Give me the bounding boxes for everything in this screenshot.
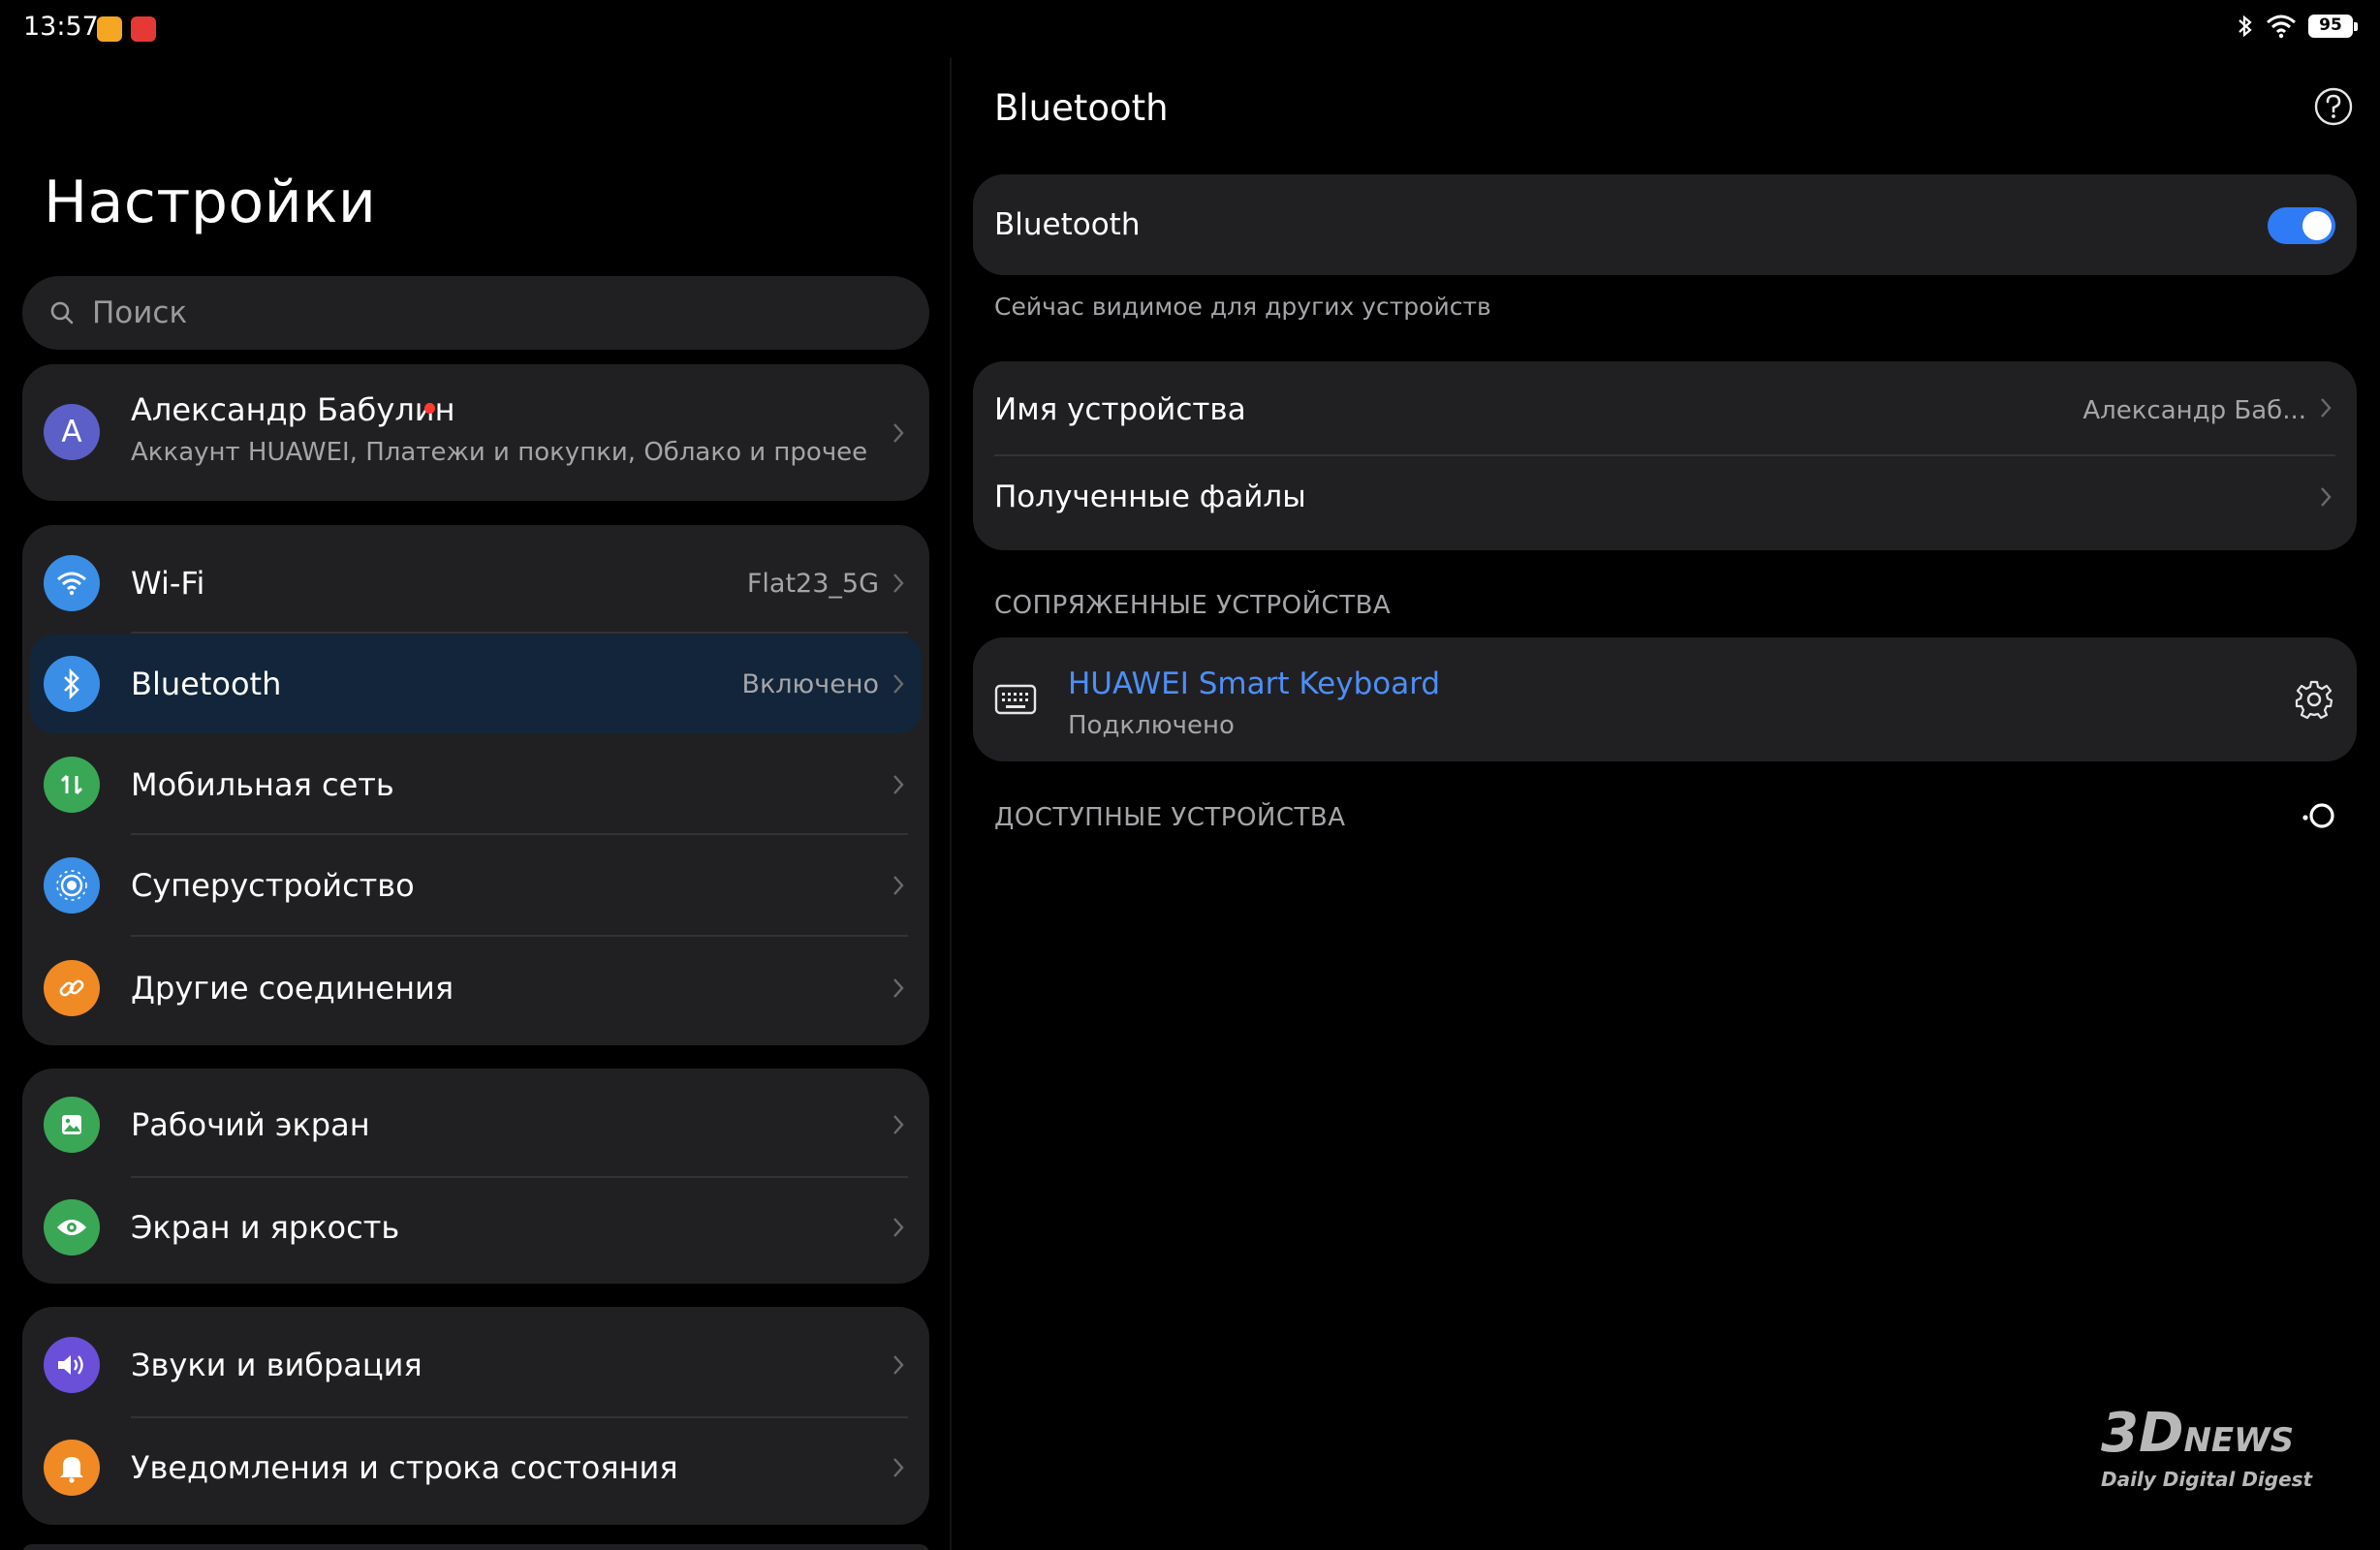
search-bar[interactable]: Поиск bbox=[22, 276, 929, 350]
sidebar-item-label: Рабочий экран bbox=[131, 1106, 370, 1143]
sidebar-item-label: Звуки и вибрация bbox=[131, 1347, 423, 1383]
sidebar-item-home-screen[interactable]: Рабочий экран bbox=[22, 1076, 929, 1173]
received-files-label: Полученные файлы bbox=[994, 480, 1306, 514]
sidebar-item-mobile-network[interactable]: Мобильная сеть bbox=[22, 736, 929, 833]
watermark-logo: 3DNEWS Daily Digital Digest bbox=[2101, 1407, 2341, 1494]
account-subtitle: Аккаунт HUAWEI, Платежи и покупки, Облак… bbox=[131, 438, 868, 467]
bell-icon bbox=[44, 1440, 100, 1496]
visibility-hint: Сейчас видимое для других устройств bbox=[994, 293, 1491, 321]
gear-icon[interactable] bbox=[2293, 678, 2335, 721]
available-devices-header: ДОСТУПНЫЕ УСТРОЙСТВА bbox=[994, 803, 1346, 832]
bluetooth-toggle-label: Bluetooth bbox=[994, 207, 1141, 242]
connectivity-group: Wi-Fi Flat23_5G Bluetooth Включено Мобил… bbox=[22, 525, 929, 1045]
paired-device-status: Подключено bbox=[1068, 711, 1235, 740]
keyboard-icon bbox=[994, 684, 1037, 715]
divider bbox=[131, 1176, 908, 1178]
sound-icon bbox=[44, 1337, 100, 1393]
chevron-right-icon bbox=[893, 1115, 904, 1134]
bluetooth-icon bbox=[44, 656, 100, 712]
paired-devices-header: СОПРЯЖЕННЫЕ УСТРОЙСТВА bbox=[994, 591, 1392, 620]
divider bbox=[131, 833, 908, 835]
eye-icon bbox=[44, 1199, 100, 1256]
sidebar-item-label: Другие соединения bbox=[131, 970, 454, 1007]
chevron-right-icon bbox=[893, 674, 904, 694]
account-card[interactable]: A Александр Бабулин Аккаунт HUAWEI, Плат… bbox=[22, 364, 929, 501]
avatar: A bbox=[44, 404, 100, 460]
chevron-right-icon bbox=[893, 978, 904, 998]
sidebar-item-label: Wi-Fi bbox=[131, 565, 205, 602]
super-device-icon bbox=[44, 857, 100, 914]
sidebar-item-label: Мобильная сеть bbox=[131, 766, 394, 803]
divider bbox=[131, 1416, 908, 1418]
notification-dot bbox=[424, 403, 435, 414]
sidebar-item-label: Bluetooth bbox=[131, 666, 282, 702]
settings-list-pane: Настройки Поиск A Александр Бабулин Акка… bbox=[0, 0, 950, 1550]
link-icon bbox=[44, 960, 100, 1016]
next-group-peek bbox=[22, 1544, 929, 1550]
help-icon[interactable] bbox=[2312, 85, 2355, 128]
sidebar-item-wifi[interactable]: Wi-Fi Flat23_5G bbox=[22, 535, 929, 632]
device-name-row[interactable]: Имя устройства Александр Баб... bbox=[973, 361, 2357, 454]
divider bbox=[131, 632, 908, 634]
wifi-icon bbox=[44, 555, 100, 611]
sidebar-item-value: Flat23_5G bbox=[746, 568, 879, 599]
search-icon bbox=[50, 301, 74, 325]
chevron-right-icon bbox=[893, 876, 904, 895]
bluetooth-toggle-row[interactable]: Bluetooth bbox=[973, 174, 2357, 275]
sidebar-item-label: Уведомления и строка состояния bbox=[131, 1449, 678, 1486]
sidebar-item-label: Суперустройство bbox=[131, 867, 415, 904]
device-settings-card: Имя устройства Александр Баб... Полученн… bbox=[973, 361, 2357, 550]
chevron-right-icon bbox=[893, 775, 904, 794]
mobile-data-icon bbox=[44, 757, 100, 813]
search-placeholder: Поиск bbox=[92, 295, 188, 330]
paired-device-name: HUAWEI Smart Keyboard bbox=[1068, 666, 1441, 701]
sidebar-item-bluetooth[interactable]: Bluetooth Включено bbox=[30, 635, 922, 733]
divider bbox=[131, 935, 908, 937]
chevron-right-icon bbox=[2321, 398, 2332, 418]
page-title: Настройки bbox=[44, 169, 377, 236]
sidebar-item-sounds[interactable]: Звуки и вибрация bbox=[22, 1317, 929, 1413]
sidebar-item-value: Включено bbox=[741, 668, 879, 699]
home-screen-icon bbox=[44, 1097, 100, 1153]
paired-device-row[interactable]: HUAWEI Smart Keyboard Подключено bbox=[973, 637, 2357, 761]
sidebar-item-other-connections[interactable]: Другие соединения bbox=[22, 938, 929, 1038]
watermark-tagline: Daily Digital Digest bbox=[2101, 1468, 2313, 1491]
refresh-scan-icon[interactable] bbox=[2301, 798, 2339, 833]
bluetooth-switch[interactable] bbox=[2268, 207, 2335, 244]
sidebar-item-notifications[interactable]: Уведомления и строка состояния bbox=[22, 1419, 929, 1516]
chevron-right-icon bbox=[2321, 487, 2332, 507]
watermark-logo-3d: 3D bbox=[2101, 1402, 2184, 1465]
sound-notifications-group: Звуки и вибрация Уведомления и строка со… bbox=[22, 1307, 929, 1525]
watermark-logo-news: NEWS bbox=[2183, 1421, 2295, 1460]
switch-knob bbox=[2302, 211, 2332, 240]
bluetooth-detail-pane: Bluetooth Bluetooth Сейчас видимое для д… bbox=[973, 0, 2361, 1550]
chevron-right-icon bbox=[893, 1355, 904, 1375]
pane-divider bbox=[950, 58, 952, 1550]
chevron-right-icon bbox=[893, 1218, 904, 1237]
account-name: Александр Бабулин bbox=[131, 391, 455, 428]
received-files-row[interactable]: Полученные файлы bbox=[973, 456, 2357, 550]
sidebar-item-display-brightness[interactable]: Экран и яркость bbox=[22, 1179, 929, 1276]
detail-title: Bluetooth bbox=[994, 87, 1169, 129]
sidebar-item-label: Экран и яркость bbox=[131, 1209, 400, 1246]
sidebar-item-super-device[interactable]: Суперустройство bbox=[22, 836, 929, 935]
chevron-right-icon bbox=[893, 423, 904, 443]
display-group: Рабочий экран Экран и яркость bbox=[22, 1069, 929, 1284]
device-name-label: Имя устройства bbox=[994, 392, 1246, 427]
chevron-right-icon bbox=[893, 1458, 904, 1477]
device-name-value: Александр Баб... bbox=[2082, 396, 2306, 425]
chevron-right-icon bbox=[893, 574, 904, 593]
